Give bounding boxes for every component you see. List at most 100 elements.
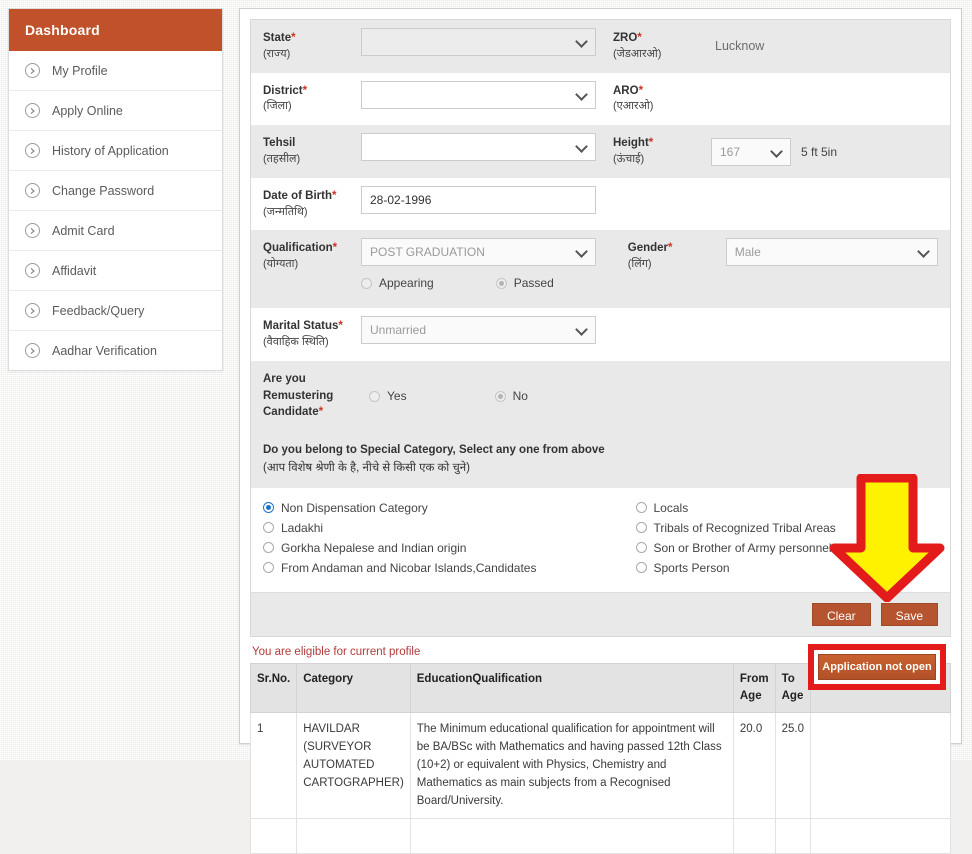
height-label: Height* (ऊंचाई) xyxy=(601,125,711,178)
tehsil-select[interactable] xyxy=(361,133,596,162)
marital-status-select[interactable]: Unmarried xyxy=(361,316,596,345)
sidebar-item-affidavit[interactable]: Affidavit xyxy=(9,251,222,291)
radio-indicator xyxy=(635,542,647,554)
cell-empty xyxy=(732,818,776,854)
radio-indicator xyxy=(369,390,380,402)
marital-status-label: Marital Status* (वैवाहिक स्थिति) xyxy=(251,308,361,361)
qualification-select[interactable]: POST GRADUATION xyxy=(361,238,596,267)
cell-empty xyxy=(810,818,951,854)
aro-label-hindi: (एआरओ) xyxy=(613,100,654,113)
dob-spacer-cell xyxy=(711,178,950,231)
cell-empty xyxy=(409,818,734,854)
table-row-spacer xyxy=(249,818,951,854)
chevron-circle-right-icon xyxy=(25,63,40,78)
form-row-district-aro: District* (जिला) ARO* (एआरओ) xyxy=(251,72,950,126)
special-category-left-column: Non Dispensation Category Ladakhi Gorkha N… xyxy=(263,498,566,578)
height-select[interactable]: 167 xyxy=(711,137,791,166)
chevron-circle-right-icon xyxy=(25,303,40,318)
special-category-radio-ladakhi[interactable]: Ladakhi xyxy=(263,518,566,538)
form-row-state-zro: State* (राज्य) ZRO* (जेडआरओ) Lucknow xyxy=(251,20,950,73)
required-marker: * xyxy=(668,242,673,255)
radio-label: Son or Brother of Army personnel xyxy=(653,540,832,555)
marital-status-label-hindi: (वैवाहिक स्थिति) xyxy=(263,336,329,349)
qualification-status-radio-passed[interactable]: Passed xyxy=(495,276,554,291)
height-field-cell: 167 5 ft 5in xyxy=(711,125,950,178)
gender-label-hindi: (लिंग) xyxy=(627,258,652,271)
dashboard-sidebar: Dashboard My Profile Apply Online History … xyxy=(8,8,223,371)
special-category-radio-gorkha-nepalese-and-indian-origin[interactable]: Gorkha Nepalese and Indian origin xyxy=(263,538,566,558)
column-header-from-age: From Age xyxy=(732,662,776,714)
radio-indicator xyxy=(361,277,372,289)
sidebar-item-label: Feedback/Query xyxy=(52,303,145,318)
height-converted-value: 5 ft 5in xyxy=(801,144,838,159)
cell-category: HAVILDAR (SURVEYOR AUTOMATED CARTOGRAPHE… xyxy=(296,712,411,820)
sidebar-item-history-of-application[interactable]: History of Application xyxy=(9,131,222,171)
cell-action xyxy=(810,712,951,820)
zro-field-cell: Lucknow xyxy=(711,20,950,73)
dob-label-hindi: (जन्मतिथि) xyxy=(263,205,308,218)
qualification-label: Qualification* (योग्यता) xyxy=(251,230,361,308)
district-select[interactable] xyxy=(361,80,596,109)
gender-label: Gender* (लिंग) xyxy=(616,230,726,308)
sidebar-item-list: My Profile Apply Online History of Applica… xyxy=(9,51,222,370)
gender-field-cell: Male xyxy=(725,230,950,308)
form-row-remustering: Are you Remustering Candidate* Yes No xyxy=(251,361,950,432)
table-row: 1 HAVILDAR (SURVEYOR AUTOMATED CARTOGRAPH… xyxy=(249,712,951,820)
remustering-radio-yes[interactable]: Yes xyxy=(369,389,407,403)
required-marker: * xyxy=(291,32,296,44)
required-marker: * xyxy=(332,189,337,202)
radio-indicator xyxy=(263,522,274,534)
zro-label: ZRO* (जेडआरओ) xyxy=(601,20,711,73)
required-marker: * xyxy=(338,320,343,333)
form-row-marital-status: Marital Status* (वैवाहिक स्थिति) Unmarri… xyxy=(251,308,950,362)
sidebar-item-label: Change Password xyxy=(52,183,155,198)
main-content-panel: State* (राज्य) ZRO* (जेडआरओ) Lucknow Dis… xyxy=(239,8,962,854)
column-header-sr-no: Sr.No. xyxy=(249,662,298,714)
state-select[interactable] xyxy=(361,28,596,56)
radio-label: Sports Person xyxy=(653,560,730,575)
chevron-circle-right-icon xyxy=(25,143,40,158)
cell-empty xyxy=(249,818,298,854)
marital-spacer-label xyxy=(601,308,711,361)
sidebar-item-feedback-query[interactable]: Feedback/Query xyxy=(9,291,222,331)
state-label: State* (राज्य) xyxy=(251,20,361,73)
radio-label: Appearing xyxy=(379,276,434,291)
aro-label: ARO* (एआरओ) xyxy=(601,73,711,126)
chevron-circle-right-icon xyxy=(25,263,40,278)
save-button[interactable]: Save xyxy=(880,602,938,626)
sidebar-item-admit-card[interactable]: Admit Card xyxy=(9,211,222,251)
required-marker: * xyxy=(637,32,642,44)
remustering-radio-no[interactable]: No xyxy=(494,389,528,404)
required-marker: * xyxy=(302,84,308,97)
form-row-qualification-gender: Qualification* (योग्यता) POST GRADUATION… xyxy=(251,230,950,309)
qualification-field-cell: POST GRADUATION Appearing Passed xyxy=(361,230,616,308)
chevron-circle-right-icon xyxy=(25,183,40,198)
application-not-open-button[interactable]: Application not open xyxy=(818,654,936,680)
gender-select[interactable]: Male xyxy=(725,238,938,267)
dob-label: Date of Birth* (जन्मतिथि) xyxy=(251,178,361,231)
required-marker: * xyxy=(332,242,338,255)
required-marker: * xyxy=(318,406,324,419)
cell-to-age: 25.0 xyxy=(774,712,812,820)
district-field-cell xyxy=(361,73,601,126)
radio-label: Ladakhi xyxy=(281,520,324,535)
sidebar-item-aadhar-verification[interactable]: Aadhar Verification xyxy=(9,331,222,370)
special-category-radio-from-andaman-and-nicobar-islands-candidates[interactable]: From Andaman and Nicobar Islands,Candida… xyxy=(263,558,566,578)
radio-label: Passed xyxy=(513,276,554,291)
sidebar-item-change-password[interactable]: Change Password xyxy=(9,171,222,211)
qualification-status-radio-appearing[interactable]: Appearing xyxy=(361,276,434,290)
sidebar-item-apply-online[interactable]: Apply Online xyxy=(9,91,222,131)
qualification-status-radios: Appearing Passed xyxy=(361,266,616,300)
special-category-radio-non-dispensation-category[interactable]: Non Dispensation Category xyxy=(263,498,566,518)
column-header-education-qualification: EducationQualification xyxy=(409,662,734,714)
radio-label: No xyxy=(512,389,528,404)
column-header-to-age: To Age xyxy=(774,662,812,714)
clear-button[interactable]: Clear xyxy=(811,602,871,626)
form-row-date-of-birth: Date of Birth* (जन्मतिथि) 28-02-1996 xyxy=(251,177,950,231)
sidebar-item-my-profile[interactable]: My Profile xyxy=(9,51,222,91)
date-of-birth-input[interactable]: 28-02-1996 xyxy=(361,185,596,214)
radio-indicator xyxy=(263,502,274,514)
radio-indicator xyxy=(263,562,274,574)
sidebar-item-label: Apply Online xyxy=(52,103,123,118)
radio-label: Gorkha Nepalese and Indian origin xyxy=(281,540,467,555)
